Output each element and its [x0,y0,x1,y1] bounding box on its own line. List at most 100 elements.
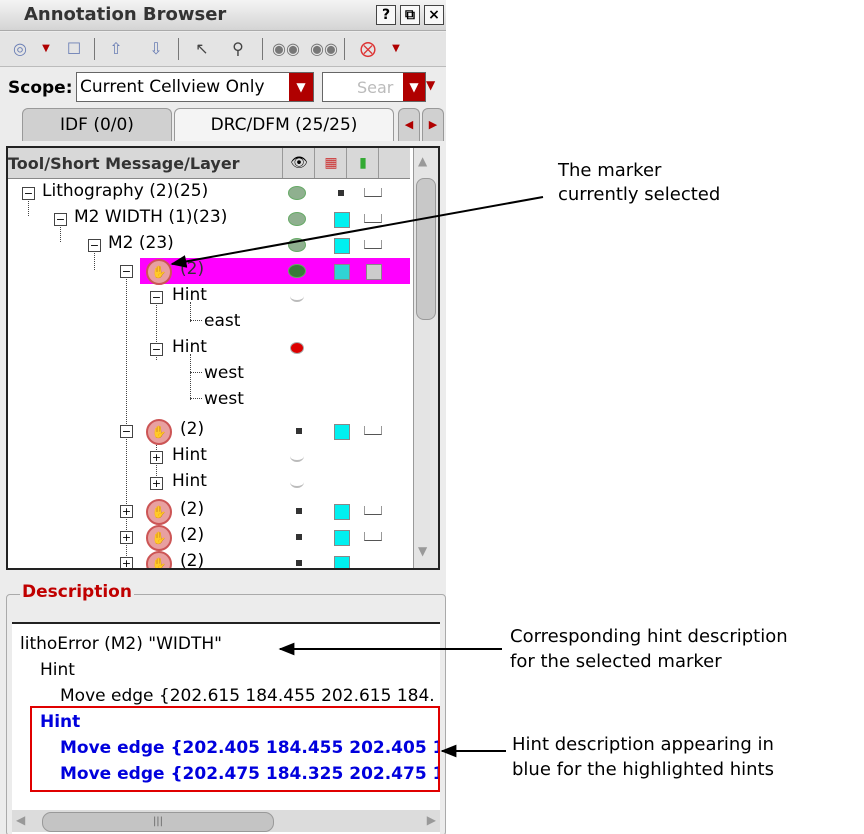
tree-row[interactable]: + ✋ (2) [8,524,410,551]
search-dropdown-icon[interactable]: ▼ [403,73,425,101]
tree-row[interactable]: − Lithography (2)(25) [8,180,410,206]
visibility-column-icon[interactable]: 👁 [282,148,315,178]
tree-row-label: (2) [180,259,205,279]
tab-drc-dfm[interactable]: DRC/DFM (25/25) [174,108,394,141]
tree-row[interactable]: + ✋ (2) [8,498,410,525]
help-button[interactable]: ? [376,5,396,25]
next-arrow-icon[interactable]: ⇩ [144,38,168,60]
book-icon [364,532,382,541]
undock-button[interactable]: ⧉ [400,5,420,25]
callout-text: currently selected [558,184,721,205]
scope-select[interactable]: Current Cellview Only ▼ [76,72,314,102]
cyan-swatch-icon [334,238,350,254]
callout-text: Hint description appearing in [512,734,774,755]
zoom-dropdown-icon[interactable]: ▼ [34,38,58,60]
select-pointer-icon[interactable]: ↖ [190,38,214,60]
tree-row[interactable]: + ✋ (2) [8,550,410,568]
marker-tree: Tool/Short Message/Layer 👁 ▦ ▮ − Lithogr… [6,146,440,570]
description-line: Hint [40,660,75,680]
collapse-icon[interactable]: − [150,343,163,356]
book-icon [364,426,382,435]
tab-scroll-right-icon[interactable]: ▶ [422,108,444,141]
highlight-box [30,706,440,792]
tab-bar: IDF (0/0) DRC/DFM (25/25) ◀ ▶ [0,104,446,142]
hint-empty-icon [290,290,304,302]
collapse-icon[interactable]: − [88,239,101,252]
collapse-icon[interactable]: − [22,187,35,200]
hide-markers-icon[interactable]: ◉◉ [310,38,338,60]
tree-connector [190,398,202,399]
previous-arrow-icon[interactable]: ⇧ [104,38,128,60]
eye-icon[interactable] [288,264,306,278]
zoom-to-selection-icon[interactable]: ☐ [62,38,86,60]
tree-row-label: Hint [172,445,207,465]
zoom-fit-icon[interactable]: ◎ [8,38,32,60]
collapse-icon[interactable]: − [120,425,133,438]
tree-row-label: Lithography (2)(25) [42,181,209,201]
description-hscrollbar[interactable]: ◀ ||| ▶ [12,810,440,832]
hand-marker-icon: ✋ [146,525,172,551]
chevron-down-icon[interactable]: ▼ [289,73,313,101]
header-spacer [378,148,411,178]
book-column-icon[interactable]: ▮ [346,148,379,178]
window-title: Annotation Browser [24,4,227,25]
eye-icon[interactable] [288,186,306,200]
close-button[interactable]: × [424,5,444,25]
collapse-icon[interactable]: − [54,213,67,226]
collapse-icon[interactable]: − [150,291,163,304]
show-markers-icon[interactable]: ◉◉ [272,38,300,60]
hand-marker-icon: ✋ [146,259,172,285]
tree-row[interactable]: − Hint [8,336,410,362]
expand-icon[interactable]: + [120,531,133,544]
expand-icon[interactable]: + [120,505,133,518]
expand-icon[interactable]: + [120,557,133,568]
tree-row[interactable]: − Hint [8,284,410,310]
book-icon [364,188,382,197]
highlight-column-icon[interactable]: ▦ [314,148,347,178]
marker-dot-icon [296,508,302,514]
cyan-swatch-icon [334,504,350,520]
tree-row-label: Hint [172,285,207,305]
tree-connector [190,372,202,373]
collapse-icon[interactable]: − [120,265,133,278]
callout-text: The marker [558,160,662,181]
tree-row[interactable]: west [8,388,410,414]
tree-row[interactable]: west [8,362,410,388]
delete-icon[interactable]: ⨂ [356,38,380,60]
scope-label: Scope: [8,78,73,98]
delete-dropdown-icon[interactable]: ▼ [384,38,408,60]
hscrollbar-thumb[interactable]: ||| [42,812,274,832]
tree-row-label: M2 (23) [108,233,174,253]
tree-row[interactable]: − M2 (23) [8,232,410,258]
tree-scrollbar[interactable]: ▲ ▼ [413,148,438,568]
cyan-swatch-icon [334,424,350,440]
search-input[interactable]: Sear ▼ [322,72,426,102]
eye-icon[interactable] [288,212,306,226]
cyan-swatch-icon [334,264,350,280]
tree-row[interactable]: + Hint [8,470,410,496]
expand-icon[interactable]: + [150,477,163,490]
scroll-left-icon[interactable]: ◀ [16,813,25,827]
tree-row[interactable]: + Hint [8,444,410,470]
magnifier-icon[interactable]: ⚲ [226,38,250,60]
tab-idf[interactable]: IDF (0/0) [22,108,172,141]
scope-value: Current Cellview Only [80,77,265,97]
tree-row[interactable]: − M2 WIDTH (1)(23) [8,206,410,232]
expand-icon[interactable]: + [150,451,163,464]
scroll-up-icon[interactable]: ▲ [418,154,427,168]
book-icon [364,214,382,223]
tree-row-label: west [204,389,244,409]
tree-row[interactable]: east [8,310,410,336]
toolbar: ◎ ▼ ☐ ⇧ ⇩ ↖ ⚲ ◉◉ ◉◉ ⨂ ▼ [0,32,446,67]
scrollbar-thumb[interactable] [416,178,436,320]
eye-icon[interactable] [288,238,306,252]
cyan-swatch-icon [334,530,350,546]
scroll-down-icon[interactable]: ▼ [418,544,427,558]
tree-row-label: west [204,363,244,383]
tree-row-selected[interactable]: ✋ (2) [140,258,410,285]
search-options-icon[interactable]: ▼ [426,78,435,92]
tab-scroll-left-icon[interactable]: ◀ [398,108,420,141]
hand-marker-icon: ✋ [146,499,172,525]
tree-row[interactable]: − ✋ (2) [8,418,410,445]
scroll-right-icon[interactable]: ▶ [427,813,436,827]
